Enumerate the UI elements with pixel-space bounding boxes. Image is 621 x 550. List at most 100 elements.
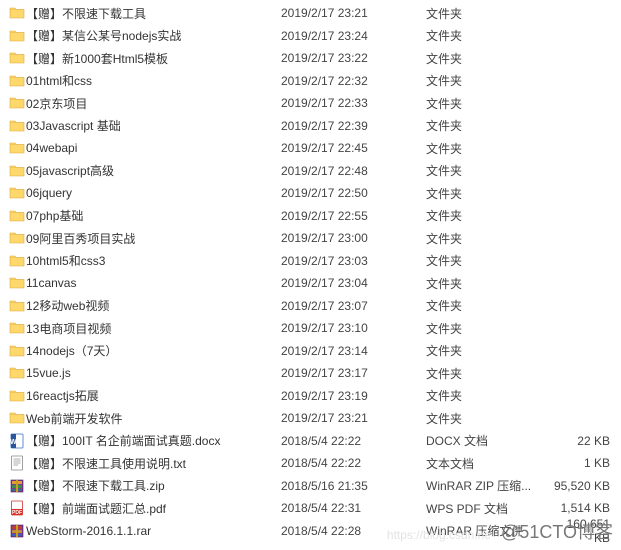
folder-icon <box>8 185 26 201</box>
file-type: 文件夹 <box>426 117 551 134</box>
file-row[interactable]: 【赠】不限速下载工具2019/2/17 23:21文件夹 <box>0 2 621 25</box>
file-row[interactable]: 【赠】不限速工具使用说明.txt2018/5/4 22:22文本文档1 KB <box>0 452 621 475</box>
file-type: 文件夹 <box>426 342 551 359</box>
file-name: 01html和css <box>26 72 281 89</box>
file-date: 2019/2/17 22:45 <box>281 141 426 155</box>
file-name: 03Javascript 基础 <box>26 117 281 134</box>
file-date: 2019/2/17 23:17 <box>281 366 426 380</box>
file-row[interactable]: 06jquery2019/2/17 22:50文件夹 <box>0 182 621 205</box>
file-type: 文件夹 <box>426 275 551 292</box>
file-row[interactable]: 10html5和css32019/2/17 23:03文件夹 <box>0 250 621 273</box>
file-size: 160,651 KB <box>551 517 616 545</box>
file-name: WebStorm-2016.1.1.rar <box>26 524 281 538</box>
file-date: 2019/2/17 23:10 <box>281 321 426 335</box>
file-date: 2019/2/17 22:32 <box>281 74 426 88</box>
file-name: 07php基础 <box>26 207 281 224</box>
file-name: 06jquery <box>26 186 281 200</box>
file-date: 2018/5/4 22:22 <box>281 434 426 448</box>
file-date: 2019/2/17 23:03 <box>281 254 426 268</box>
file-name: 09阿里百秀项目实战 <box>26 230 281 247</box>
docx-icon <box>8 433 26 449</box>
file-row[interactable]: 15vue.js2019/2/17 23:17文件夹 <box>0 362 621 385</box>
file-date: 2019/2/17 23:00 <box>281 231 426 245</box>
file-row[interactable]: 02京东项目2019/2/17 22:33文件夹 <box>0 92 621 115</box>
file-row[interactable]: 【赠】100IT 名企前端面试真题.docx2018/5/4 22:22DOCX… <box>0 430 621 453</box>
file-type: 文件夹 <box>426 140 551 157</box>
file-row[interactable]: 13电商项目视频2019/2/17 23:10文件夹 <box>0 317 621 340</box>
folder-icon <box>8 388 26 404</box>
file-row[interactable]: Web前端开发软件2019/2/17 23:21文件夹 <box>0 407 621 430</box>
file-type: 文件夹 <box>426 252 551 269</box>
file-size: 22 KB <box>551 434 616 448</box>
file-name: 【赠】不限速工具使用说明.txt <box>26 455 281 472</box>
file-date: 2019/2/17 23:04 <box>281 276 426 290</box>
file-size: 1,514 KB <box>551 501 616 515</box>
file-size: 1 KB <box>551 456 616 470</box>
file-type: 文本文档 <box>426 455 551 472</box>
file-name: 11canvas <box>26 276 281 290</box>
file-date: 2019/2/17 23:22 <box>281 51 426 65</box>
file-row[interactable]: 09阿里百秀项目实战2019/2/17 23:00文件夹 <box>0 227 621 250</box>
file-date: 2019/2/17 22:55 <box>281 209 426 223</box>
folder-icon <box>8 5 26 21</box>
file-row[interactable]: 01html和css2019/2/17 22:32文件夹 <box>0 70 621 93</box>
file-row[interactable]: 【赠】前端面试题汇总.pdf2018/5/4 22:31WPS PDF 文档1,… <box>0 497 621 520</box>
file-name: 12移动web视频 <box>26 297 281 314</box>
file-row[interactable]: 04webapi2019/2/17 22:45文件夹 <box>0 137 621 160</box>
file-date: 2018/5/4 22:22 <box>281 456 426 470</box>
file-row[interactable]: 12移动web视频2019/2/17 23:07文件夹 <box>0 295 621 318</box>
folder-icon <box>8 410 26 426</box>
file-name: 04webapi <box>26 141 281 155</box>
file-date: 2019/2/17 22:50 <box>281 186 426 200</box>
file-name: 【赠】某信公某号nodejs实战 <box>26 27 281 44</box>
file-type: 文件夹 <box>426 185 551 202</box>
folder-icon <box>8 275 26 291</box>
file-size: 95,520 KB <box>551 479 616 493</box>
file-date: 2019/2/17 23:21 <box>281 6 426 20</box>
file-type: 文件夹 <box>426 72 551 89</box>
file-name: 05javascript高级 <box>26 162 281 179</box>
file-name: 15vue.js <box>26 366 281 380</box>
folder-icon <box>8 253 26 269</box>
file-row[interactable]: 03Javascript 基础2019/2/17 22:39文件夹 <box>0 115 621 138</box>
file-type: 文件夹 <box>426 50 551 67</box>
file-date: 2018/5/16 21:35 <box>281 479 426 493</box>
file-type: 文件夹 <box>426 95 551 112</box>
file-date: 2019/2/17 22:33 <box>281 96 426 110</box>
file-name: Web前端开发软件 <box>26 410 281 427</box>
file-row[interactable]: 11canvas2019/2/17 23:04文件夹 <box>0 272 621 295</box>
file-row[interactable]: WebStorm-2016.1.1.rar2018/5/4 22:28WinRA… <box>0 520 621 543</box>
file-row[interactable]: 16reactjs拓展2019/2/17 23:19文件夹 <box>0 385 621 408</box>
folder-icon <box>8 50 26 66</box>
file-type: 文件夹 <box>426 410 551 427</box>
file-type: 文件夹 <box>426 207 551 224</box>
file-row[interactable]: 【赠】新1000套Html5模板2019/2/17 23:22文件夹 <box>0 47 621 70</box>
folder-icon <box>8 140 26 156</box>
file-date: 2019/2/17 22:39 <box>281 119 426 133</box>
file-name: 【赠】不限速下载工具.zip <box>26 477 281 494</box>
file-row[interactable]: 【赠】不限速下载工具.zip2018/5/16 21:35WinRAR ZIP … <box>0 475 621 498</box>
file-date: 2019/2/17 22:48 <box>281 164 426 178</box>
file-name: 【赠】100IT 名企前端面试真题.docx <box>26 432 281 449</box>
file-name: 【赠】新1000套Html5模板 <box>26 50 281 67</box>
file-name: 13电商项目视频 <box>26 320 281 337</box>
folder-icon <box>8 163 26 179</box>
txt-icon <box>8 455 26 471</box>
folder-icon <box>8 298 26 314</box>
file-name: 16reactjs拓展 <box>26 387 281 404</box>
file-name: 10html5和css3 <box>26 252 281 269</box>
file-type: WinRAR 压缩文件 <box>426 522 551 539</box>
rar-icon <box>8 523 26 539</box>
file-row[interactable]: 【赠】某信公某号nodejs实战2019/2/17 23:24文件夹 <box>0 25 621 48</box>
file-date: 2018/5/4 22:28 <box>281 524 426 538</box>
file-type: 文件夹 <box>426 320 551 337</box>
file-row[interactable]: 05javascript高级2019/2/17 22:48文件夹 <box>0 160 621 183</box>
file-date: 2019/2/17 23:24 <box>281 29 426 43</box>
file-row[interactable]: 14nodejs（7天）2019/2/17 23:14文件夹 <box>0 340 621 363</box>
file-name: 【赠】不限速下载工具 <box>26 5 281 22</box>
file-type: 文件夹 <box>426 27 551 44</box>
file-row[interactable]: 07php基础2019/2/17 22:55文件夹 <box>0 205 621 228</box>
folder-icon <box>8 343 26 359</box>
zip-icon <box>8 478 26 494</box>
file-date: 2019/2/17 23:07 <box>281 299 426 313</box>
